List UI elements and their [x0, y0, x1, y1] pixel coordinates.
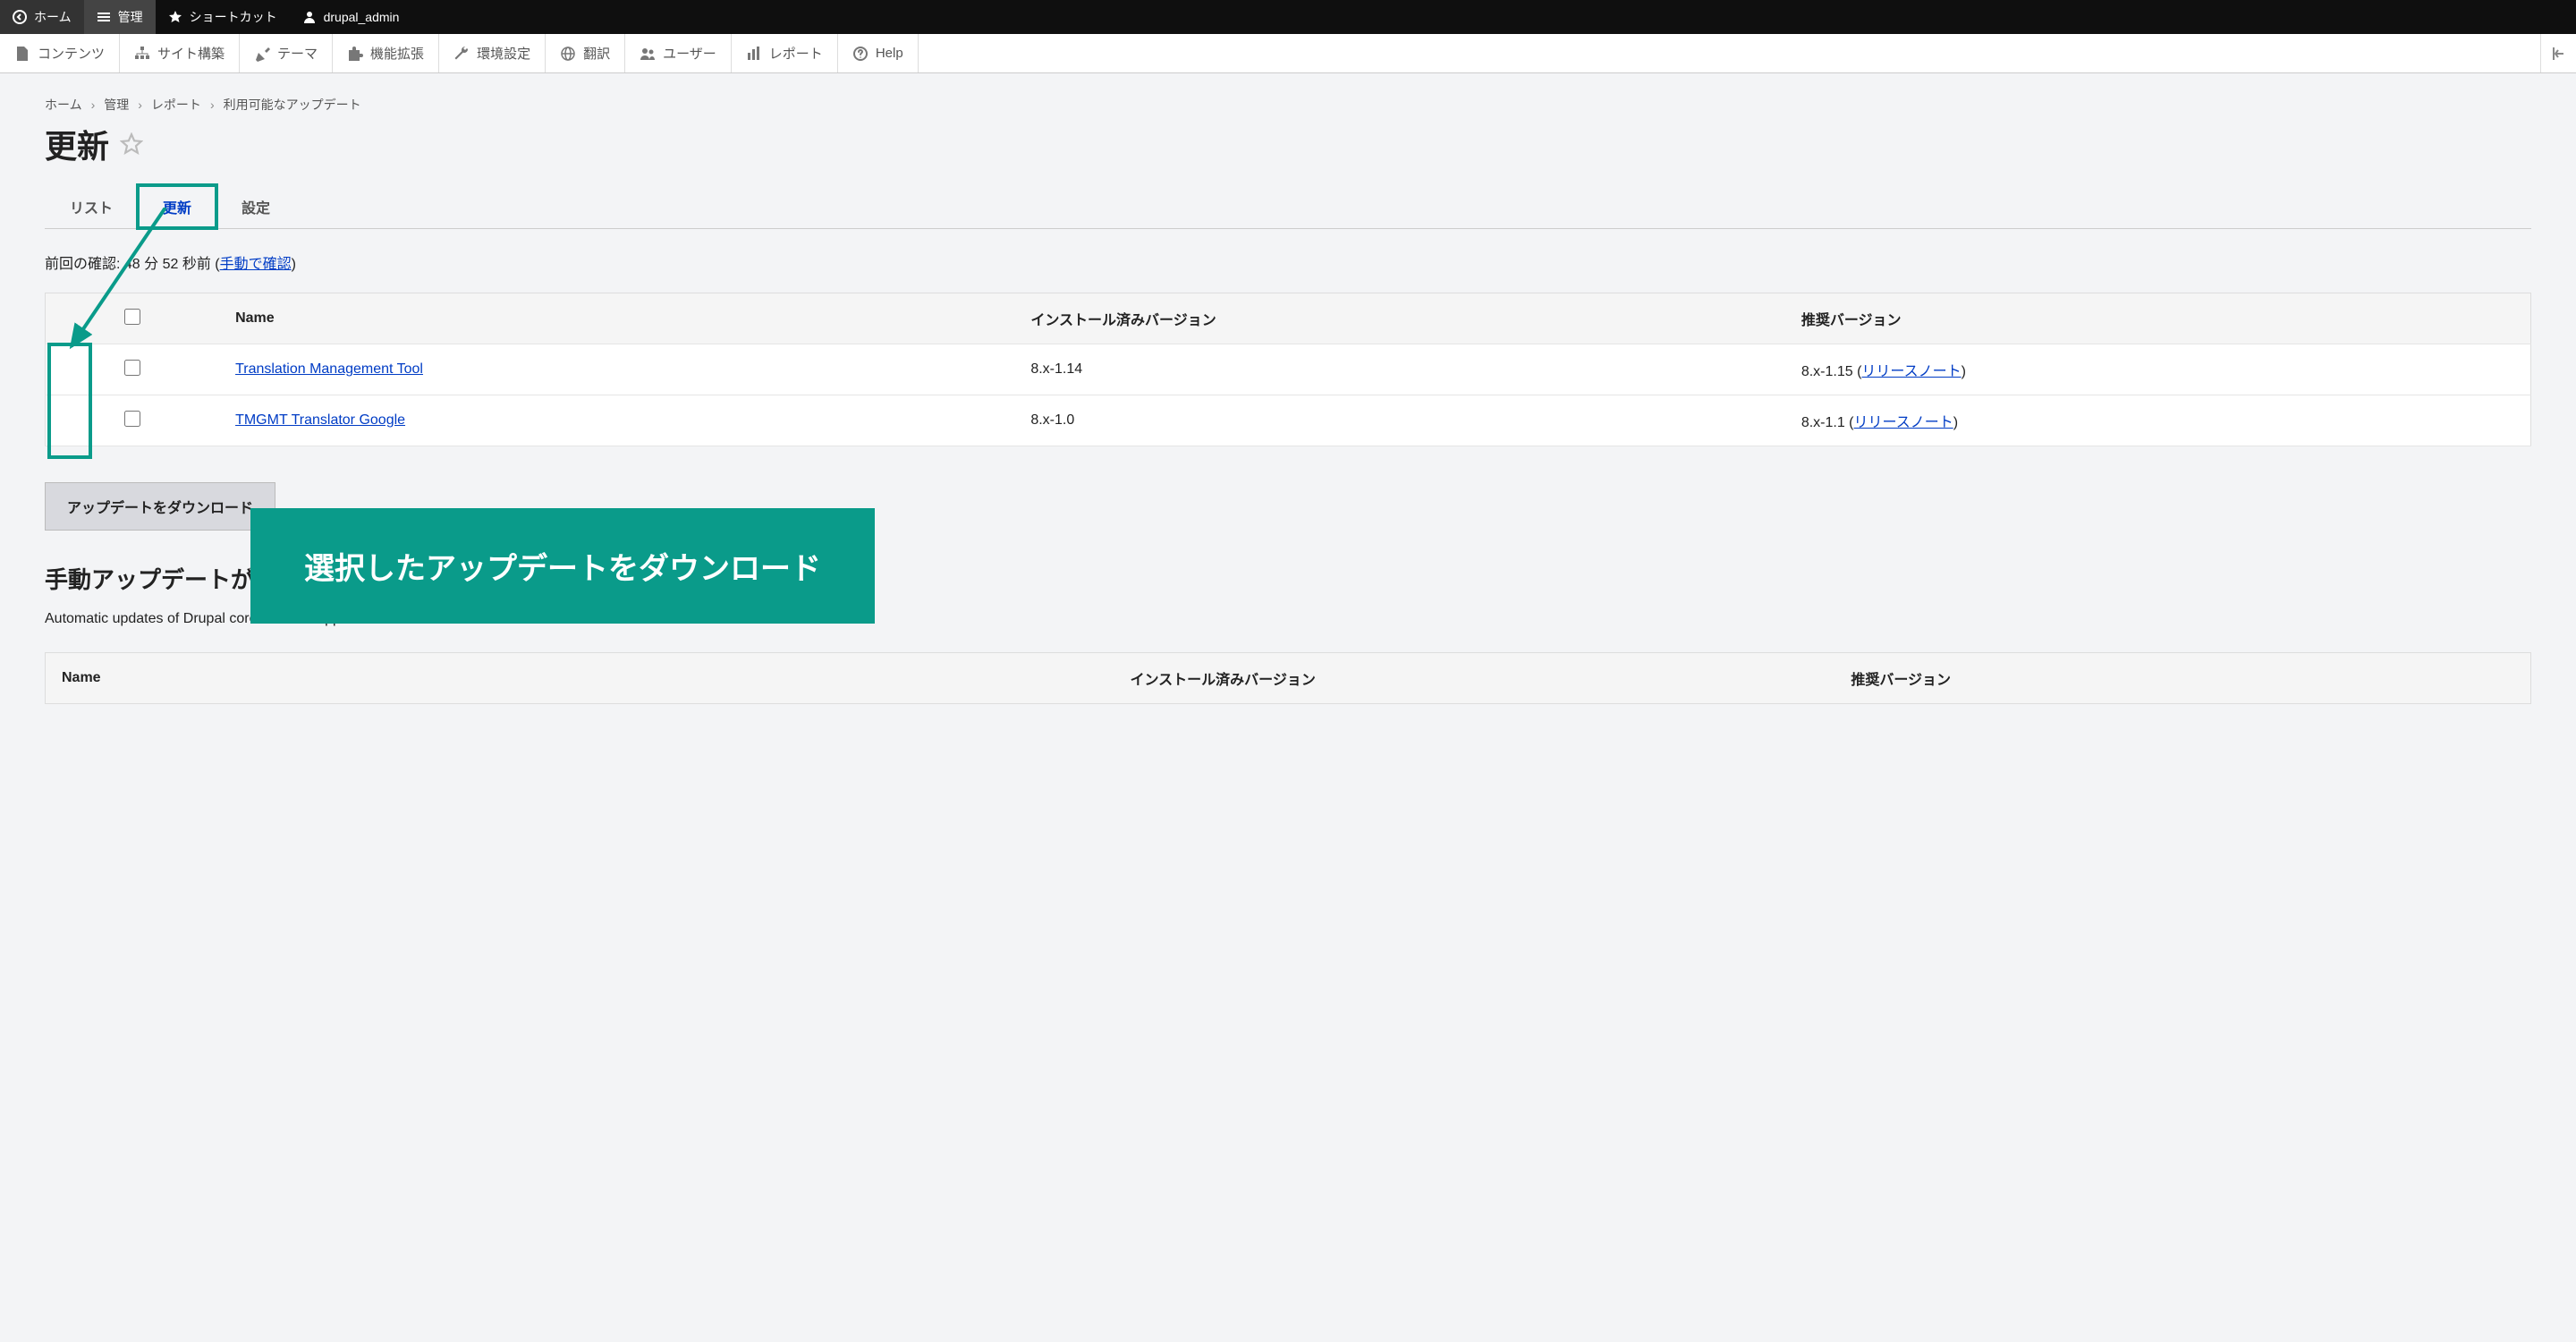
- shortcuts-label: ショートカット: [190, 8, 277, 26]
- nav-content[interactable]: コンテンツ: [0, 34, 120, 72]
- wrench-icon: [453, 46, 470, 62]
- module-link[interactable]: Translation Management Tool: [235, 361, 423, 377]
- breadcrumb-sep: ›: [210, 98, 215, 112]
- nav-people[interactable]: ユーザー: [625, 34, 732, 72]
- manage-button[interactable]: 管理: [84, 0, 156, 34]
- page-content: ホーム › 管理 › レポート › 利用可能なアップデート 更新 リスト 更新 …: [0, 73, 2576, 726]
- header-recommended: 推奨バージョン: [1785, 293, 2531, 344]
- release-notes-link[interactable]: リリースノート: [1861, 364, 1961, 379]
- recommended-version: 8.x-1.1 (リリースノート): [1785, 395, 2531, 446]
- manual-check-link[interactable]: 手動で確認: [220, 257, 292, 272]
- tab-update[interactable]: 更新: [138, 185, 216, 228]
- collapse-icon: [2551, 46, 2567, 62]
- help-icon: [852, 46, 869, 62]
- manual-header-installed: インストール済みバージョン: [1114, 653, 1835, 704]
- user-label: drupal_admin: [324, 10, 400, 24]
- page-title-row: 更新: [45, 121, 2531, 167]
- header-name: Name: [219, 293, 1014, 344]
- page-title: 更新: [45, 121, 109, 167]
- installed-version: 8.x-1.0: [1014, 395, 1784, 446]
- select-all-checkbox[interactable]: [124, 309, 140, 325]
- favorite-star-icon[interactable]: [120, 132, 143, 156]
- nav-reports[interactable]: レポート: [732, 34, 838, 72]
- nav-translate[interactable]: 翻訳: [546, 34, 625, 72]
- recommended-version: 8.x-1.15 (リリースノート): [1785, 344, 2531, 395]
- tab-settings[interactable]: 設定: [216, 185, 295, 228]
- nav-help[interactable]: Help: [838, 34, 919, 72]
- module-link[interactable]: TMGMT Translator Google: [235, 412, 405, 428]
- breadcrumb-sep: ›: [138, 98, 142, 112]
- breadcrumb-sep: ›: [91, 98, 96, 112]
- puzzle-icon: [347, 46, 363, 62]
- breadcrumb-manage[interactable]: 管理: [104, 96, 129, 114]
- document-icon: [14, 46, 30, 62]
- people-icon: [640, 46, 656, 62]
- tab-list[interactable]: リスト: [45, 185, 138, 228]
- manual-header-recommended: 推奨バージョン: [1835, 653, 2530, 704]
- globe-icon: [560, 46, 576, 62]
- collapse-toolbar-button[interactable]: [2540, 34, 2576, 72]
- nav-extend[interactable]: 機能拡張: [333, 34, 439, 72]
- user-button[interactable]: drupal_admin: [290, 0, 412, 34]
- shortcuts-button[interactable]: ショートカット: [156, 0, 290, 34]
- update-table: Name インストール済みバージョン 推奨バージョン Translation M…: [45, 293, 2531, 446]
- installed-version: 8.x-1.14: [1014, 344, 1784, 395]
- back-home-button[interactable]: ホーム: [0, 0, 84, 34]
- download-updates-button[interactable]: アップデートをダウンロード: [45, 482, 275, 531]
- user-icon: [302, 10, 317, 24]
- release-notes-link[interactable]: リリースノート: [1854, 415, 1953, 430]
- chart-icon: [746, 46, 762, 62]
- back-arrow-icon: [13, 10, 27, 24]
- nav-appearance[interactable]: テーマ: [240, 34, 333, 72]
- appearance-icon: [254, 46, 270, 62]
- annotation-callout: 選択したアップデートをダウンロード: [250, 508, 875, 624]
- breadcrumb-home[interactable]: ホーム: [45, 96, 82, 114]
- row-checkbox[interactable]: [124, 360, 140, 376]
- nav-configuration[interactable]: 環境設定: [439, 34, 546, 72]
- header-installed: インストール済みバージョン: [1014, 293, 1784, 344]
- admin-toolbar: コンテンツ サイト構築 テーマ 機能拡張 環境設定 翻訳 ユーザー レポート H…: [0, 34, 2576, 73]
- manage-label: 管理: [118, 8, 143, 26]
- hamburger-icon: [97, 10, 111, 24]
- star-icon: [168, 10, 182, 24]
- last-check-status: 前回の確認: 48 分 52 秒前 (手動で確認): [45, 251, 2531, 273]
- manual-update-table: Name インストール済みバージョン 推奨バージョン: [45, 652, 2531, 704]
- table-row: Translation Management Tool 8.x-1.14 8.x…: [46, 344, 2531, 395]
- tabs: リスト 更新 設定: [45, 185, 2531, 229]
- table-row: TMGMT Translator Google 8.x-1.0 8.x-1.1 …: [46, 395, 2531, 446]
- manual-header-name: Name: [46, 653, 1114, 704]
- home-label: ホーム: [34, 8, 72, 26]
- breadcrumb-updates[interactable]: 利用可能なアップデート: [224, 96, 361, 114]
- nav-structure[interactable]: サイト構築: [120, 34, 240, 72]
- breadcrumb: ホーム › 管理 › レポート › 利用可能なアップデート: [45, 96, 2531, 114]
- row-checkbox[interactable]: [124, 411, 140, 427]
- top-toolbar: ホーム 管理 ショートカット drupal_admin: [0, 0, 2576, 34]
- structure-icon: [134, 46, 150, 62]
- breadcrumb-reports[interactable]: レポート: [151, 96, 201, 114]
